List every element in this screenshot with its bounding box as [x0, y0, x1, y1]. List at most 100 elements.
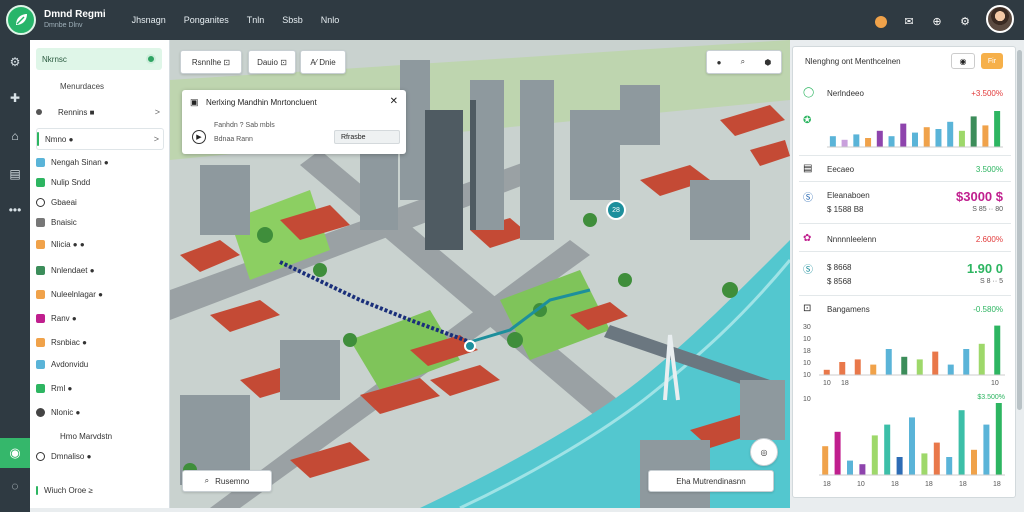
metric-label: Eleanaboen — [827, 191, 870, 200]
sidebar-item-label: Rennins ■ — [58, 107, 95, 117]
nav-item-2[interactable]: Ponganites — [184, 15, 229, 25]
app-subtitle: Dmnbe Dlnv — [44, 22, 83, 29]
sidebar-item-10[interactable]: Ranv ● — [36, 310, 164, 326]
chevron-right-icon: > — [154, 107, 160, 117]
sidebar-item-12[interactable]: Avdonvidu — [36, 356, 164, 372]
bar-icon — [36, 485, 38, 495]
view-toggle-button[interactable]: ◉ — [951, 53, 975, 69]
metric-big-value: 1.90 0 — [966, 261, 1003, 276]
sidebar-item-2[interactable]: Nmno ● > — [36, 128, 164, 150]
y-tick-label: 10 — [803, 396, 811, 403]
x-tick-label: 10 — [991, 380, 999, 387]
avatar[interactable] — [986, 5, 1014, 33]
home-icon[interactable]: ⌂ — [7, 128, 23, 144]
book-icon[interactable]: ▤ — [7, 166, 23, 182]
tag-icon — [36, 313, 45, 323]
chart-bar — [885, 349, 892, 375]
popup-header-icon: ▣ — [190, 97, 199, 107]
table-icon — [36, 177, 45, 187]
map-tool-draw[interactable]: A⁄ Dnie — [300, 50, 346, 74]
puzzle-icon[interactable]: ✚ — [7, 90, 23, 106]
metric-label: Bangamens — [827, 305, 870, 314]
metric-label: Nerlndeeo — [827, 89, 864, 98]
nav-item-3[interactable]: Tnln — [247, 15, 265, 25]
sidebar-item-5[interactable]: Gbaeai — [36, 194, 164, 210]
metric-value: -0.580% — [973, 305, 1003, 314]
top-value-label: $3.500% — [977, 394, 1005, 401]
chart-bar — [870, 364, 877, 375]
metric-value: 2.600% — [975, 235, 1003, 244]
divider — [799, 155, 1011, 156]
shield-icon[interactable]: ⬢ — [764, 58, 771, 67]
location-pin[interactable]: 28 — [606, 200, 626, 220]
globe-icon — [36, 407, 45, 417]
chart-bar — [916, 359, 923, 375]
close-icon[interactable]: ✕ — [390, 96, 398, 107]
search-icon[interactable]: ⌕ — [741, 57, 745, 67]
chart-bar — [958, 410, 965, 475]
x-tick-label: 18 — [959, 481, 967, 488]
grid-icon — [36, 157, 45, 167]
y-tick-label: 18 — [803, 348, 811, 355]
chart-bar — [888, 136, 895, 147]
folder-icon — [36, 289, 45, 299]
chevron-down-icon: > — [153, 134, 159, 144]
nav-item-1[interactable]: Jhsnagn — [132, 15, 166, 25]
folder-icon — [36, 359, 45, 369]
dollar-icon: Ⓢ — [803, 193, 813, 204]
bottom-info-chip[interactable]: Eha Mutrendinasnn — [648, 470, 774, 492]
settings-icon[interactable]: ⚙ — [7, 54, 23, 70]
chart-bar — [935, 129, 942, 147]
popup-line2: Bdnaa Rann — [214, 136, 253, 143]
map-controls: ● ⌕ ⬢ — [706, 50, 782, 74]
globe-icon[interactable]: ⊕ — [930, 15, 944, 29]
sidebar-item-15[interactable]: Hmo Marvdstn — [36, 428, 164, 444]
chart-bar — [947, 121, 954, 147]
y-tick-label: 10 — [803, 360, 811, 367]
play-icon[interactable]: ▶ — [192, 130, 206, 144]
circle-icon: ◯ — [803, 87, 815, 98]
sidebar-item-1[interactable]: Rennins ■ > — [36, 104, 164, 120]
map-tool-audio[interactable]: Dauio ⊡ — [248, 50, 296, 74]
sidebar-item-9[interactable]: Nuleelnlagar ● — [36, 286, 164, 302]
sidebar-header-label: Nkrnsc — [42, 54, 67, 64]
record-icon[interactable]: ● — [717, 58, 722, 67]
chart-bar — [822, 446, 829, 475]
sidebar-item-14[interactable]: Nlonic ● — [36, 404, 164, 420]
chat-icon[interactable]: ◌ — [7, 478, 23, 494]
city-map[interactable]: Rsnnlhe ⊡ Dauio ⊡ A⁄ Dnie ● ⌕ ⬢ ▣ Nerlxi… — [170, 40, 790, 508]
x-tick-label: 10 — [823, 380, 831, 387]
app-logo[interactable] — [6, 5, 36, 35]
sidebar-item-16[interactable]: Dmnaliso ● — [36, 448, 164, 464]
divider — [799, 251, 1011, 252]
sidebar-item-7[interactable]: Nlicia ● ● — [36, 236, 164, 252]
sidebar-item-6[interactable]: Bnaisic — [36, 214, 164, 230]
nav-item-5[interactable]: Nnlo — [321, 15, 340, 25]
primary-button[interactable]: Fir — [981, 53, 1003, 69]
sidebar-item-label: Nmno ● — [45, 134, 74, 144]
search-icon: ⌕ — [204, 476, 210, 485]
popup-select[interactable]: Rfrasbe — [334, 130, 400, 144]
mail-icon[interactable]: ✉ — [902, 15, 916, 29]
app-title: Dmnd Regmi — [44, 9, 106, 20]
sidebar-item-3[interactable]: Nengah Sinan ● — [36, 154, 164, 170]
sidebar-item-4[interactable]: Nulip Sndd — [36, 174, 164, 190]
map-tool-layers[interactable]: Rsnnlhe ⊡ — [180, 50, 242, 74]
locate-button[interactable]: ◎ — [750, 438, 778, 466]
nav-item-4[interactable]: Sbsb — [282, 15, 303, 25]
bar-chart-3: 10 $3.500% 18 10 18 18 18 18 — [803, 394, 1005, 488]
sidebar-item-17[interactable]: Wiuch Oroe ≥ — [36, 482, 164, 498]
sidebar-header[interactable]: Nkrnsc — [36, 48, 162, 70]
active-leaf-icon[interactable]: ◉ — [0, 438, 30, 468]
coin-icon[interactable] — [874, 15, 888, 29]
route-node[interactable] — [464, 340, 476, 352]
sidebar-item-11[interactable]: Rsnbiac ● — [36, 334, 164, 350]
sidebar-item-8[interactable]: Nnlendaet ● — [36, 262, 164, 278]
more-icon[interactable]: ••• — [7, 202, 23, 218]
search-chip[interactable]: ⌕ Rusemno — [182, 470, 272, 492]
sidebar-item-13[interactable]: Rml ● — [36, 380, 164, 396]
gear-icon[interactable]: ⚙ — [958, 15, 972, 29]
panel-scrollbar[interactable] — [1017, 50, 1022, 410]
chart-bar — [982, 125, 989, 147]
document-icon: ▤ — [803, 163, 813, 174]
